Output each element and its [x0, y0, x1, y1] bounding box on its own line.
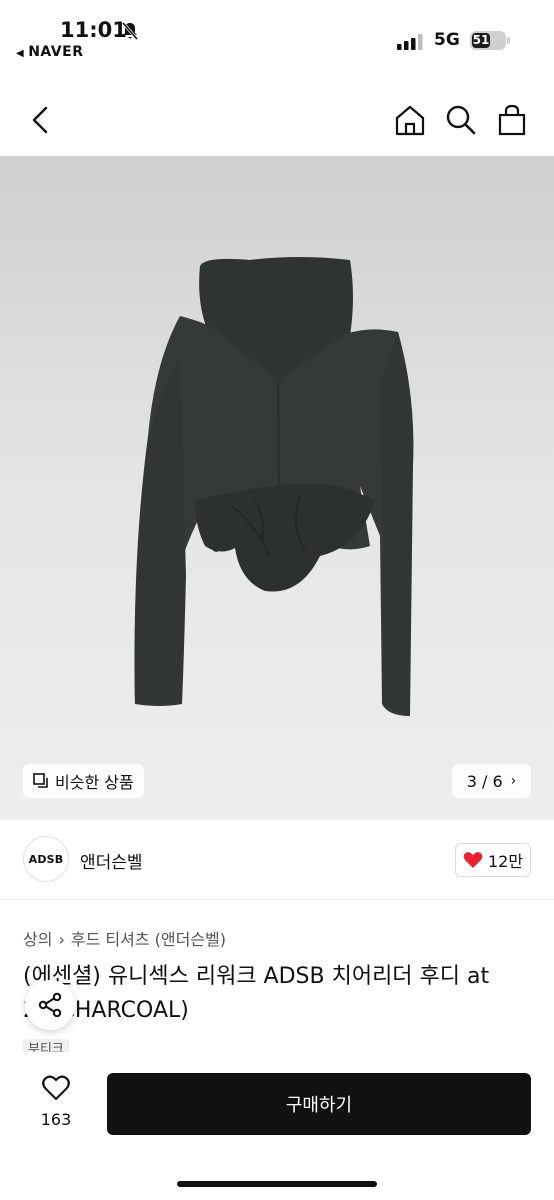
back-triangle-icon: ◀ [16, 48, 25, 59]
image-counter-button[interactable]: 3 / 6 › [452, 764, 531, 798]
brand-row[interactable]: ADSB 앤더슨벨 12만 [0, 820, 554, 900]
back-chevron-icon[interactable] [28, 104, 52, 140]
back-to-app-link[interactable]: ◀ NAVER [16, 44, 83, 60]
brand-like-button[interactable]: 12만 [455, 843, 531, 877]
buy-button[interactable]: 구매하기 [107, 1073, 531, 1135]
brand-like-count: 12만 [487, 852, 524, 871]
share-icon [38, 992, 62, 1018]
bottom-action-bar: 163 구매하기 [0, 1052, 554, 1200]
hoodie-product-image [134, 257, 414, 716]
wishlist-count: 163 [40, 1110, 72, 1129]
share-button[interactable] [25, 980, 75, 1030]
copy-icon [33, 773, 48, 788]
breadcrumb: 상의 › 후드 티셔츠 (앤더슨벨) [23, 926, 226, 950]
battery-icon: 51 [470, 31, 510, 50]
network-type: 5G [434, 30, 460, 50]
breadcrumb-subcategory[interactable]: 후드 티셔츠 (앤더슨벨) [71, 930, 226, 949]
search-icon[interactable] [445, 104, 477, 140]
similar-products-label: 비슷한 상품 [55, 773, 134, 792]
status-bar: 11:01 ◀ NAVER 5G 51 [0, 0, 554, 70]
shopping-bag-icon[interactable] [497, 104, 527, 140]
back-app-label: NAVER [28, 44, 84, 60]
product-image-gallery[interactable]: 비슷한 상품 3 / 6 › [0, 156, 554, 820]
chevron-right-icon: › [510, 773, 517, 789]
heart-filled-icon [463, 852, 483, 868]
home-icon[interactable] [394, 104, 426, 140]
chevron-right-icon: › [58, 930, 65, 949]
product-title: (에센셜) 유니섹스 리워크 ADSB 치어리더 후디 at 2u(CHARCO… [23, 964, 490, 1023]
bell-muted-icon [120, 21, 140, 45]
brand-name[interactable]: 앤더슨벨 [80, 848, 143, 873]
similar-products-button[interactable]: 비슷한 상품 [23, 764, 144, 798]
brand-logo[interactable]: ADSB [23, 836, 69, 882]
breadcrumb-category[interactable]: 상의 [23, 930, 52, 949]
wishlist-button[interactable]: 163 [24, 1074, 88, 1129]
heart-outline-icon [42, 1075, 70, 1101]
signal-icon [397, 34, 425, 54]
battery-level: 51 [472, 33, 490, 47]
home-indicator [177, 1181, 377, 1187]
top-nav-bar [0, 86, 554, 156]
status-time: 11:01 [60, 18, 127, 42]
image-counter: 3 / 6 [466, 771, 503, 791]
